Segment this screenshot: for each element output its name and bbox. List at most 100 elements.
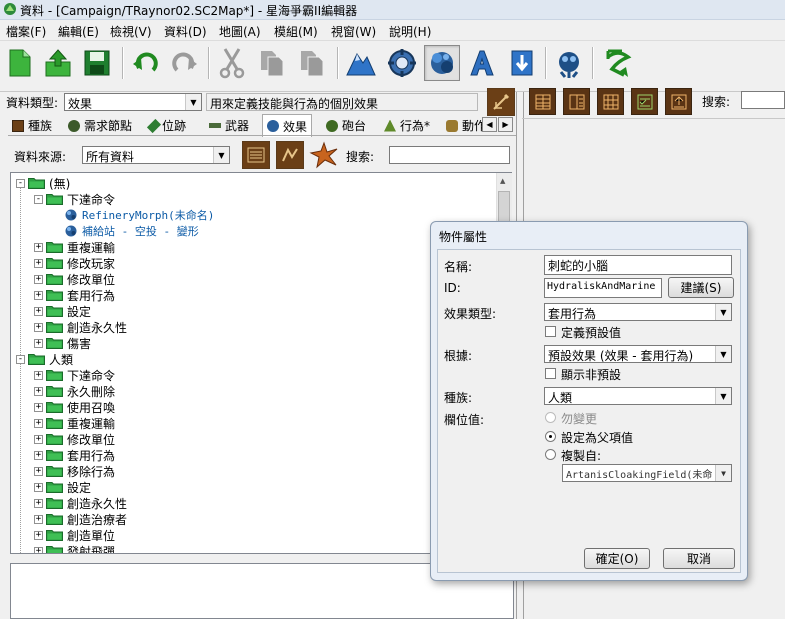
tab-effect[interactable]: 效果 [262, 114, 313, 137]
expand-icon[interactable]: + [34, 322, 43, 332]
view-tree-button[interactable] [276, 141, 304, 169]
tree-folder-item[interactable]: + 創造治療者 [34, 511, 127, 527]
effect-type-dropdown[interactable]: 套用行為 ▼ [544, 303, 732, 321]
copy-from-dropdown[interactable]: ArtanisCloakingField(未命 ▼ [562, 464, 732, 482]
right-search-input[interactable] [741, 91, 785, 109]
expand-icon[interactable]: + [34, 418, 43, 428]
ai-editor-button[interactable] [551, 45, 587, 81]
tree-folder-item[interactable]: + 設定 [34, 479, 91, 495]
tree-folder-item[interactable]: - 下達命令 [34, 191, 115, 207]
tree-leaf-item[interactable]: 補給站 - 空投 - 變形 [52, 223, 199, 239]
expand-icon[interactable]: + [34, 370, 43, 380]
paste-button[interactable] [294, 45, 330, 81]
name-field[interactable]: 刺蛇的小腦 [544, 255, 732, 275]
tree-folder-item[interactable]: + 修改玩家 [34, 255, 115, 271]
set-parent-value-radio[interactable] [545, 431, 556, 442]
tab-race[interactable]: 種族 [12, 116, 52, 135]
tree-folder-item[interactable]: + 傷害 [34, 335, 91, 351]
data-type-dropdown[interactable]: 效果 ▼ [64, 93, 202, 111]
view-list-button[interactable] [242, 141, 270, 169]
expand-icon[interactable]: + [34, 546, 43, 553]
tree-folder-item[interactable]: + 使用召喚 [34, 399, 115, 415]
data-source-dropdown[interactable]: 所有資料 ▼ [82, 146, 230, 164]
menu-edit[interactable]: 編輯(E) [58, 23, 99, 40]
tree-folder-item[interactable]: + 套用行為 [34, 447, 115, 463]
tree-folder-item[interactable]: + 下達命令 [34, 367, 115, 383]
collapse-icon[interactable]: - [16, 178, 25, 188]
race-dropdown[interactable]: 人類 ▼ [544, 387, 732, 405]
undo-button[interactable] [128, 45, 164, 81]
tree-folder-item[interactable]: + 移除行為 [34, 463, 115, 479]
text-editor-button[interactable] [464, 45, 500, 81]
collapse-icon[interactable]: - [34, 194, 43, 204]
tree-folder-item[interactable]: + 設定 [34, 303, 91, 319]
tab-requirement-node[interactable]: 需求節點 [68, 116, 132, 135]
based-on-dropdown[interactable]: 預設效果 (效果 - 套用行為) ▼ [544, 345, 732, 363]
expand-icon[interactable]: + [34, 274, 43, 284]
tree-folder-item[interactable]: + 重複運輸 [34, 415, 115, 431]
expand-icon[interactable]: + [34, 338, 43, 348]
save-button[interactable] [79, 45, 115, 81]
tree-folder-item[interactable]: + 修改單位 [34, 271, 115, 287]
menu-file[interactable]: 檔案(F) [6, 23, 46, 40]
tree-folder-item[interactable]: + 創造永久性 [34, 495, 127, 511]
id-field[interactable]: HydraliskAndMarine [544, 278, 662, 298]
expand-icon[interactable]: + [34, 242, 43, 252]
tree-folder-item[interactable]: + 發射飛彈 [34, 543, 115, 553]
expand-icon[interactable]: + [34, 434, 43, 444]
menu-data[interactable]: 資料(D) [164, 23, 207, 40]
data-type-options-button[interactable] [487, 88, 515, 116]
menu-help[interactable]: 說明(H) [389, 23, 431, 40]
effects-filter-button[interactable] [308, 140, 340, 170]
tree-folder-item[interactable]: + 套用行為 [34, 287, 115, 303]
menu-view[interactable]: 檢視(V) [110, 23, 152, 40]
expand-icon[interactable]: + [34, 402, 43, 412]
menu-module[interactable]: 模組(M) [274, 23, 318, 40]
collapse-icon[interactable]: - [16, 354, 25, 364]
expand-icon[interactable]: + [34, 450, 43, 460]
expand-icon[interactable]: + [34, 482, 43, 492]
tree-folder-item[interactable]: + 修改單位 [34, 431, 115, 447]
open-button[interactable] [40, 45, 76, 81]
tree-folder-item[interactable]: + 永久刪除 [34, 383, 115, 399]
expand-icon[interactable]: + [34, 498, 43, 508]
no-change-radio[interactable] [545, 412, 556, 423]
tab-scroll-right-button[interactable]: ▶ [498, 117, 513, 132]
tab-weapon[interactable]: 武器 [209, 116, 249, 135]
scroll-up-arrow-icon[interactable]: ▲ [500, 177, 505, 185]
new-file-button[interactable] [2, 45, 38, 81]
expand-icon[interactable]: + [34, 386, 43, 396]
tree-folder-item[interactable]: - (無) [16, 175, 70, 191]
expand-icon[interactable]: + [34, 466, 43, 476]
cut-button[interactable] [214, 45, 250, 81]
copy-button[interactable] [254, 45, 290, 81]
cancel-button[interactable]: 取消 [663, 548, 735, 569]
redo-button[interactable] [166, 45, 202, 81]
show-non-default-checkbox[interactable] [545, 368, 556, 379]
tree-folder-item[interactable]: + 創造單位 [34, 527, 115, 543]
define-default-checkbox[interactable] [545, 326, 556, 337]
right-panel-button-3[interactable] [597, 88, 624, 115]
tree-leaf-item[interactable]: RefineryMorph(未命名) [52, 207, 214, 223]
trigger-editor-button[interactable] [384, 45, 420, 81]
expand-icon[interactable]: + [34, 514, 43, 524]
expand-icon[interactable]: + [34, 306, 43, 316]
tab-scroll-left-button[interactable]: ◀ [482, 117, 497, 132]
expand-icon[interactable]: + [34, 258, 43, 268]
data-editor-button[interactable] [424, 45, 460, 81]
expand-icon[interactable]: + [34, 530, 43, 540]
search-input[interactable] [389, 146, 510, 164]
tree-folder-item[interactable]: - 人類 [16, 351, 73, 367]
right-panel-button-5[interactable] [665, 88, 692, 115]
right-panel-button-4[interactable] [631, 88, 658, 115]
test-map-button[interactable] [600, 45, 636, 81]
copy-from-radio[interactable] [545, 449, 556, 460]
import-button[interactable] [504, 45, 540, 81]
menu-window[interactable]: 視窗(W) [331, 23, 376, 40]
terrain-editor-button[interactable] [343, 45, 379, 81]
suggest-button[interactable]: 建議(S) [668, 277, 734, 298]
tree-folder-item[interactable]: + 創造永久性 [34, 319, 127, 335]
tab-behavior[interactable]: 行為* [384, 116, 430, 135]
right-panel-button-1[interactable] [529, 88, 556, 115]
tab-turret[interactable]: 砲台 [326, 116, 366, 135]
